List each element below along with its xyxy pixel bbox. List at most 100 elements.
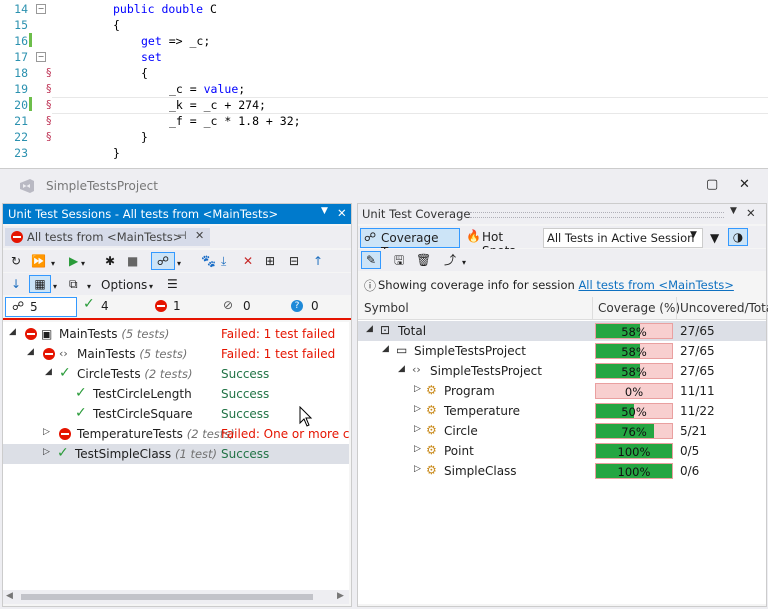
collapsed-arrow-icon[interactable]: ▷: [414, 444, 421, 454]
session-link[interactable]: All tests from <MainTests>: [578, 278, 733, 292]
horizontal-scrollbar[interactable]: ◀ ▶: [3, 590, 349, 604]
hot-spots-button[interactable]: 🔥 Hot Spots: [464, 228, 536, 258]
coverage-row[interactable]: ▷ ⚙ Temperature 50% 11/22: [358, 401, 766, 421]
session-tab[interactable]: All tests from <MainTests> ⊣ ✕: [5, 228, 210, 246]
code-line: set: [141, 50, 162, 64]
collapse-all-icon[interactable]: ⊟: [289, 253, 299, 269]
run-icon[interactable]: ▶: [69, 253, 78, 269]
coverage-row[interactable]: ▷ ⚙ SimpleClass 100% 0/6: [358, 461, 766, 481]
chevron-down-icon[interactable]: ▼: [730, 206, 737, 216]
expand-arrow-icon[interactable]: ◢: [382, 344, 389, 354]
chevron-down-icon[interactable]: ▼: [321, 206, 328, 216]
coverage-row[interactable]: ▷ ⚙ Point 100% 0/5: [358, 441, 766, 461]
pencil-icon[interactable]: ✎: [361, 251, 381, 269]
chevron-down-icon[interactable]: ▾: [462, 255, 466, 271]
coverage-row[interactable]: ▷ ⚙ Circle 76% 5/21: [358, 421, 766, 441]
arrow-down-icon[interactable]: ↓: [11, 276, 21, 292]
refresh-icon[interactable]: ↻: [11, 253, 21, 269]
expand-arrow-icon[interactable]: ◢: [27, 347, 34, 357]
export-icon[interactable]: ⤴: [444, 252, 456, 268]
tree-row[interactable]: ◢ ▣ MainTests (5 tests) Failed: 1 test f…: [3, 324, 349, 344]
coverage-uncovered: 27/65: [680, 344, 715, 358]
scroll-left-icon[interactable]: ◀: [6, 591, 13, 601]
column-header-coverage[interactable]: Coverage (%): [598, 301, 680, 315]
trash-icon[interactable]: 🗑: [416, 252, 431, 268]
scope-dropdown[interactable]: All Tests in Active Session ▼: [543, 228, 703, 248]
coverage-uncovered: 11/22: [680, 404, 715, 418]
expand-arrow-icon[interactable]: ◢: [398, 364, 405, 374]
scroll-right-icon[interactable]: ▶: [337, 591, 344, 601]
coverage-row[interactable]: ▷ ⚙ Program 0% 11/11: [358, 381, 766, 401]
collapsed-arrow-icon[interactable]: ▷: [414, 464, 421, 474]
collapsed-arrow-icon[interactable]: ▷: [414, 424, 421, 434]
expand-all-icon[interactable]: ⊞: [265, 253, 275, 269]
settings-list-icon[interactable]: ☰: [167, 276, 178, 292]
save-icon[interactable]: 🖫: [394, 252, 404, 268]
coverage-bar: 58%: [595, 343, 673, 359]
collapsed-arrow-icon[interactable]: ▷: [414, 384, 421, 394]
stop-icon[interactable]: ■: [127, 253, 138, 269]
fold-toggle-icon[interactable]: −: [36, 52, 46, 62]
filter-failed[interactable]: 1: [151, 297, 221, 315]
check-icon: ✓: [57, 445, 69, 461]
coverage-toolbar-2: ✎ 🖫 🗑 ⤴ ▾: [358, 249, 766, 271]
export-icon[interactable]: ⧉: [69, 276, 78, 292]
close-window-button[interactable]: ✕: [739, 177, 750, 192]
expand-arrow-icon[interactable]: ◢: [366, 324, 373, 334]
coverage-row[interactable]: ◢ ▭ SimpleTestsProject 58% 27/65: [358, 341, 766, 361]
filter-all-count: 5: [30, 300, 38, 314]
maximize-button[interactable]: ▢: [706, 177, 718, 192]
coverage-row[interactable]: ◢ ⊡ Total 58% 27/65: [358, 321, 766, 341]
column-header-uncovered[interactable]: Uncovered/Tota: [680, 301, 768, 315]
profile-icon[interactable]: 🐾: [201, 253, 216, 269]
options-button[interactable]: Options: [101, 277, 147, 293]
pin-icon[interactable]: ⊣: [177, 229, 187, 242]
run-all-icon[interactable]: ⏩: [31, 253, 46, 269]
filter-all[interactable]: ☍ 5: [5, 297, 77, 317]
coverage-row[interactable]: ◢ ‹› SimpleTestsProject 58% 27/65: [358, 361, 766, 381]
close-tab-button[interactable]: ✕: [195, 229, 204, 242]
tree-row[interactable]: ◢ ‹› MainTests (5 tests) Failed: 1 test …: [3, 344, 349, 364]
expand-arrow-icon[interactable]: ◢: [9, 327, 16, 337]
info-icon: ⓘ: [364, 279, 377, 293]
code-editor[interactable]: 14 15 16 17 18 19 20 21 22 23 − − § § § …: [0, 0, 768, 168]
class-icon: ⚙: [426, 403, 437, 417]
collapsed-arrow-icon[interactable]: ▷: [43, 427, 50, 437]
expand-arrow-icon[interactable]: ◢: [45, 367, 52, 377]
highlight-icon[interactable]: ◑: [728, 228, 748, 246]
unit-test-coverage-pane: Unit Test Coverage ▼ ✕ ☍ Coverage Tree 🔥…: [357, 203, 768, 607]
coverage-marker-icon: §: [46, 114, 52, 127]
debug-icon[interactable]: ✱: [105, 253, 115, 269]
close-pane-button[interactable]: ✕: [337, 206, 347, 220]
tree-row[interactable]: ▷ TemperatureTests (2 tests) Failed: One…: [3, 424, 349, 444]
tree-row[interactable]: ✓ TestCircleLength Success: [3, 384, 349, 404]
column-header-symbol[interactable]: Symbol: [364, 301, 409, 315]
filter-icon[interactable]: ▼: [710, 230, 719, 246]
collapsed-arrow-icon[interactable]: ▷: [414, 404, 421, 414]
chevron-down-icon[interactable]: ▾: [53, 279, 57, 295]
chevron-down-icon[interactable]: ▾: [149, 279, 153, 295]
chevron-down-icon[interactable]: ▾: [81, 256, 85, 272]
coverage-uncovered: 5/21: [680, 424, 707, 438]
chevron-down-icon[interactable]: ▾: [177, 256, 181, 272]
chevron-down-icon[interactable]: ▾: [87, 279, 91, 295]
coverage-icon[interactable]: ☍: [151, 252, 175, 270]
collapsed-arrow-icon[interactable]: ▷: [43, 447, 50, 457]
filter-unknown[interactable]: ? 0: [291, 297, 347, 315]
chevron-down-icon[interactable]: ▼: [690, 230, 697, 240]
coverage-tree-button[interactable]: ☍ Coverage Tree: [360, 228, 460, 259]
tree-row-selected[interactable]: ▷ ✓ TestSimpleClass (1 test) Success: [3, 444, 349, 464]
coverage-row-label: Program: [444, 384, 495, 398]
remove-icon[interactable]: ✕: [243, 253, 253, 269]
fold-toggle-icon[interactable]: −: [36, 4, 46, 14]
scrollbar-thumb[interactable]: [21, 594, 313, 600]
download-icon[interactable]: ⤓: [221, 253, 226, 269]
tree-row[interactable]: ◢ ✓ CircleTests (2 tests) Success: [3, 364, 349, 384]
arrow-up-icon[interactable]: ↑: [313, 253, 323, 269]
close-pane-button[interactable]: ✕: [746, 206, 756, 220]
group-by-icon[interactable]: ▦: [29, 275, 51, 293]
chevron-down-icon[interactable]: ▾: [51, 256, 55, 272]
tree-row[interactable]: ✓ TestCircleSquare Success: [3, 404, 349, 424]
filter-ignored[interactable]: ⊘ 0: [223, 297, 293, 315]
filter-passed[interactable]: ✓ 4: [79, 296, 149, 315]
